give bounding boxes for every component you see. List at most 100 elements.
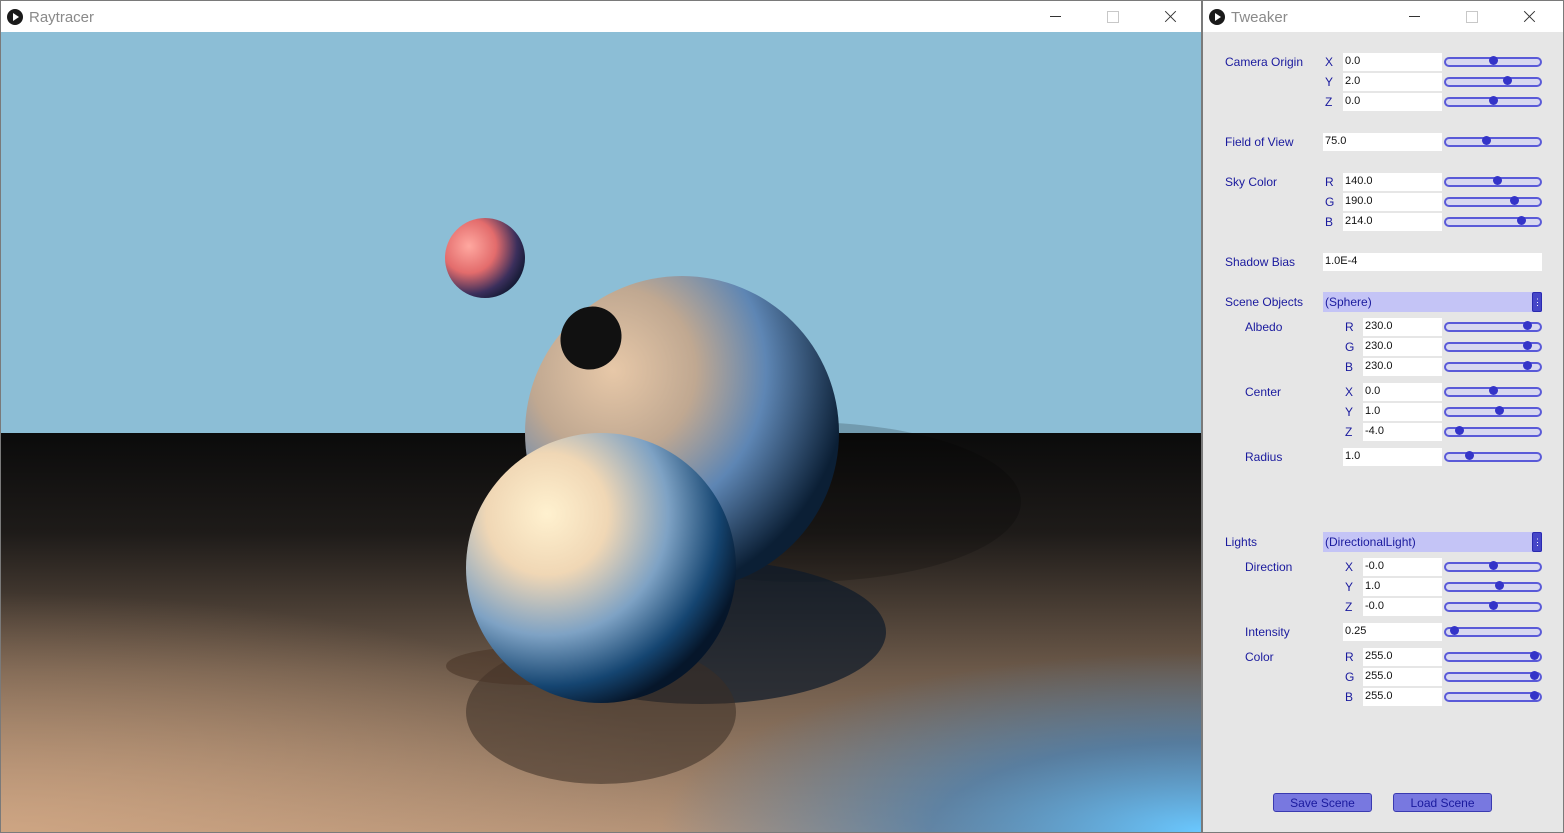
camera-origin-z-slider[interactable] [1444, 96, 1542, 107]
albedo-r-slider[interactable] [1444, 321, 1542, 332]
direction-x-field[interactable]: -0.0 [1363, 558, 1442, 576]
processing-app-icon [7, 9, 23, 25]
direction-y-field[interactable]: 1.0 [1363, 578, 1442, 596]
sky-g-field[interactable]: 190.0 [1343, 193, 1442, 211]
albedo-b-field[interactable]: 230.0 [1363, 358, 1442, 376]
axis-label-z: Z [1325, 95, 1333, 109]
slider-knob[interactable] [1481, 136, 1491, 145]
light-b-slider[interactable] [1444, 691, 1542, 702]
camera-origin-label: Camera Origin [1225, 55, 1304, 69]
slider-knob[interactable] [1517, 216, 1527, 225]
axis-label-x: X [1325, 55, 1334, 69]
sky-b-slider[interactable] [1444, 216, 1542, 227]
minimize-button[interactable] [1385, 1, 1443, 32]
intensity-field[interactable]: 0.25 [1343, 623, 1442, 641]
center-x-slider[interactable] [1444, 386, 1542, 397]
sky-r-slider[interactable] [1444, 176, 1542, 187]
slider-knob[interactable] [1492, 176, 1502, 185]
fov-slider[interactable] [1444, 136, 1542, 147]
camera-origin-y-field[interactable]: 2.0 [1343, 73, 1442, 91]
window-title: Tweaker [1231, 9, 1288, 26]
lights-dropdown[interactable]: (DirectionalLight) ⋮ [1323, 532, 1542, 552]
tweaker-titlebar[interactable]: Tweaker [1203, 1, 1563, 32]
axis-label-r: R [1325, 175, 1334, 189]
radius-slider[interactable] [1444, 451, 1542, 462]
light-g-slider[interactable] [1444, 671, 1542, 682]
close-button[interactable] [1501, 1, 1559, 32]
small-sphere [445, 218, 525, 298]
center-y-slider[interactable] [1444, 406, 1542, 417]
albedo-r-field[interactable]: 230.0 [1363, 318, 1442, 336]
albedo-b-slider[interactable] [1444, 361, 1542, 372]
slider-knob[interactable] [1495, 406, 1505, 415]
center-y-field[interactable]: 1.0 [1363, 403, 1442, 421]
slider-knob[interactable] [1502, 76, 1512, 85]
radius-label: Radius [1245, 450, 1283, 464]
light-r-field[interactable]: 255.0 [1363, 648, 1442, 666]
slider-knob[interactable] [1488, 601, 1498, 610]
axis-label-b: B [1325, 215, 1334, 229]
slider-knob[interactable] [1509, 196, 1519, 205]
albedo-g-slider[interactable] [1444, 341, 1542, 352]
close-button[interactable] [1142, 1, 1200, 32]
axis-label-g: G [1345, 670, 1355, 684]
center-z-slider[interactable] [1444, 426, 1542, 437]
axis-label-r: R [1345, 320, 1354, 334]
sky-g-slider[interactable] [1444, 196, 1542, 207]
center-x-field[interactable]: 0.0 [1363, 383, 1442, 401]
slider-knob[interactable] [1530, 651, 1540, 660]
tweaker-window: Tweaker Camera Origin X 0.0 Y 2.0 Z 0.0 … [1202, 0, 1564, 833]
slider-knob[interactable] [1488, 96, 1498, 105]
slider-knob[interactable] [1495, 581, 1505, 590]
sky-color-label: Sky Color [1225, 175, 1278, 189]
slider-knob[interactable] [1530, 691, 1540, 700]
sky-r-field[interactable]: 140.0 [1343, 173, 1442, 191]
sky-b-field[interactable]: 214.0 [1343, 213, 1442, 231]
maximize-button[interactable] [1084, 1, 1142, 32]
scene-objects-dropdown[interactable]: (Sphere) ⋮ [1323, 292, 1542, 312]
maximize-button[interactable] [1443, 1, 1501, 32]
render-viewport[interactable] [1, 32, 1201, 832]
slider-knob[interactable] [1522, 341, 1532, 350]
slider-knob[interactable] [1488, 561, 1498, 570]
save-scene-button[interactable]: Save Scene [1273, 793, 1372, 812]
slider-knob[interactable] [1522, 321, 1532, 330]
light-r-slider[interactable] [1444, 651, 1542, 662]
direction-label: Direction [1245, 560, 1293, 574]
shadow-bias-field[interactable]: 1.0E-4 [1323, 253, 1542, 271]
direction-x-slider[interactable] [1444, 561, 1542, 572]
color-label: Color [1245, 650, 1274, 664]
camera-origin-y-slider[interactable] [1444, 76, 1542, 87]
slider-knob[interactable] [1454, 426, 1464, 435]
direction-y-slider[interactable] [1444, 581, 1542, 592]
direction-z-slider[interactable] [1444, 601, 1542, 612]
slider-knob[interactable] [1464, 451, 1474, 460]
slider-knob[interactable] [1450, 626, 1460, 635]
albedo-g-field[interactable]: 230.0 [1363, 338, 1442, 356]
camera-origin-z-field[interactable]: 0.0 [1343, 93, 1442, 111]
center-z-field[interactable]: -4.0 [1363, 423, 1442, 441]
direction-z-field[interactable]: -0.0 [1363, 598, 1442, 616]
raytracer-titlebar[interactable]: Raytracer [1, 1, 1201, 32]
axis-label-x: X [1345, 560, 1354, 574]
lights-selected: (DirectionalLight) [1325, 535, 1416, 549]
axis-label-g: G [1345, 340, 1355, 354]
slider-knob[interactable] [1530, 671, 1540, 680]
slider-knob[interactable] [1522, 361, 1532, 370]
dropdown-arrow-icon[interactable]: ⋮ [1532, 292, 1542, 312]
slider-knob[interactable] [1488, 386, 1498, 395]
axis-label-r: R [1345, 650, 1354, 664]
minimize-button[interactable] [1026, 1, 1084, 32]
intensity-slider[interactable] [1444, 626, 1542, 637]
fov-field[interactable]: 75.0 [1323, 133, 1442, 151]
slider-knob[interactable] [1488, 56, 1498, 65]
camera-origin-x-slider[interactable] [1444, 56, 1542, 67]
radius-field[interactable]: 1.0 [1343, 448, 1442, 466]
light-g-field[interactable]: 255.0 [1363, 668, 1442, 686]
axis-label-g: G [1325, 195, 1335, 209]
camera-origin-x-field[interactable]: 0.0 [1343, 53, 1442, 71]
load-scene-button[interactable]: Load Scene [1393, 793, 1492, 812]
fov-label: Field of View [1225, 135, 1294, 149]
light-b-field[interactable]: 255.0 [1363, 688, 1442, 706]
dropdown-arrow-icon[interactable]: ⋮ [1532, 532, 1542, 552]
